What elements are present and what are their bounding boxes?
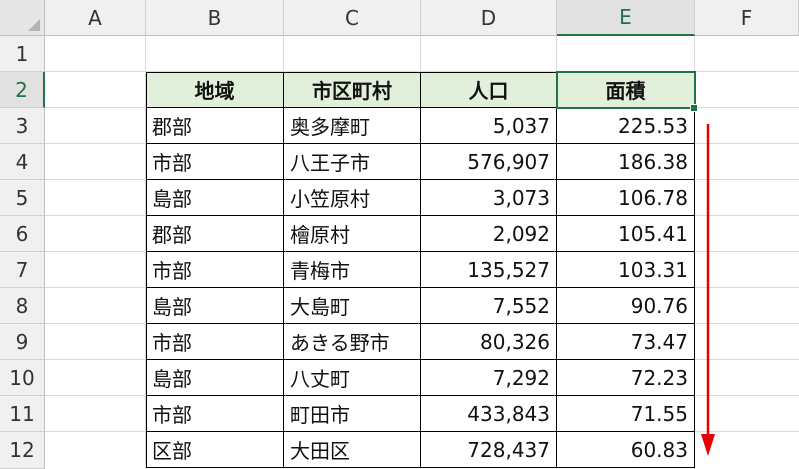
table-cell-region[interactable]: 市部: [146, 144, 284, 180]
table-cell-region[interactable]: 区部: [146, 432, 284, 468]
table-cell-municipality[interactable]: 八王子市: [284, 144, 421, 180]
table-cell-region[interactable]: 市部: [146, 324, 284, 360]
table-header-region[interactable]: 地域: [146, 72, 284, 108]
table-cell-municipality[interactable]: 町田市: [284, 396, 421, 432]
table-cell-municipality[interactable]: 檜原村: [284, 216, 421, 252]
table-cell-municipality[interactable]: あきる野市: [284, 324, 421, 360]
table-cell-area[interactable]: 106.78: [557, 180, 695, 216]
table-cell-area[interactable]: 186.38: [557, 144, 695, 180]
row-header-9[interactable]: 9: [0, 324, 45, 360]
column-header-f[interactable]: F: [695, 0, 799, 36]
row-header-11[interactable]: 11: [0, 396, 45, 432]
table-cell-area[interactable]: 60.83: [557, 432, 695, 468]
select-all-triangle-icon: [28, 19, 40, 31]
table-header-population[interactable]: 人口: [421, 72, 557, 108]
table-cell-municipality[interactable]: 大島町: [284, 288, 421, 324]
table-cell-region[interactable]: 市部: [146, 252, 284, 288]
row-header-6[interactable]: 6: [0, 216, 45, 252]
table-cell-region[interactable]: 島部: [146, 360, 284, 396]
sort-descending-arrow-icon: [701, 124, 715, 456]
table-cell-region[interactable]: 島部: [146, 288, 284, 324]
row-header-5[interactable]: 5: [0, 180, 45, 216]
table-cell-area[interactable]: 225.53: [557, 108, 695, 144]
table-header-area[interactable]: 面積: [557, 72, 695, 108]
row-header-1[interactable]: 1: [0, 36, 45, 72]
table-cell-population[interactable]: 2,092: [421, 216, 557, 252]
table-cell-population[interactable]: 5,037: [421, 108, 557, 144]
row-header-4[interactable]: 4: [0, 144, 45, 180]
table-cell-population[interactable]: 80,326: [421, 324, 557, 360]
table-cell-population[interactable]: 728,437: [421, 432, 557, 468]
spreadsheet: A B C D E F 1 2 3 4 5 6 7 8 9 10 11 12 地…: [0, 0, 799, 469]
table-cell-population[interactable]: 433,843: [421, 396, 557, 432]
column-header-a[interactable]: A: [45, 0, 146, 36]
table-header-municipality[interactable]: 市区町村: [284, 72, 421, 108]
table-cell-area[interactable]: 73.47: [557, 324, 695, 360]
row-header-2[interactable]: 2: [0, 72, 45, 108]
table-cell-municipality[interactable]: 大田区: [284, 432, 421, 468]
row-header-10[interactable]: 10: [0, 360, 45, 396]
column-header-e[interactable]: E: [557, 0, 695, 36]
table-cell-municipality[interactable]: 八丈町: [284, 360, 421, 396]
table-cell-region[interactable]: 市部: [146, 396, 284, 432]
column-header-b[interactable]: B: [146, 0, 284, 36]
table-cell-area[interactable]: 71.55: [557, 396, 695, 432]
table-cell-area[interactable]: 105.41: [557, 216, 695, 252]
table-cell-population[interactable]: 7,552: [421, 288, 557, 324]
table-cell-municipality[interactable]: 青梅市: [284, 252, 421, 288]
table-cell-population[interactable]: 7,292: [421, 360, 557, 396]
table-cell-area[interactable]: 90.76: [557, 288, 695, 324]
table-cell-municipality[interactable]: 小笠原村: [284, 180, 421, 216]
table-cell-region[interactable]: 島部: [146, 180, 284, 216]
column-header-c[interactable]: C: [284, 0, 421, 36]
table-cell-region[interactable]: 郡部: [146, 108, 284, 144]
row-header-3[interactable]: 3: [0, 108, 45, 144]
row-header-12[interactable]: 12: [0, 432, 45, 469]
row-header-8[interactable]: 8: [0, 288, 45, 324]
table-cell-population[interactable]: 576,907: [421, 144, 557, 180]
table-cell-population[interactable]: 135,527: [421, 252, 557, 288]
column-header-d[interactable]: D: [421, 0, 557, 36]
table-cell-population[interactable]: 3,073: [421, 180, 557, 216]
table-cell-area[interactable]: 72.23: [557, 360, 695, 396]
table-cell-region[interactable]: 郡部: [146, 216, 284, 252]
table-cell-municipality[interactable]: 奥多摩町: [284, 108, 421, 144]
fill-handle[interactable]: [690, 104, 698, 112]
select-all-corner[interactable]: [0, 0, 45, 36]
row-header-7[interactable]: 7: [0, 252, 45, 288]
table-cell-area[interactable]: 103.31: [557, 252, 695, 288]
